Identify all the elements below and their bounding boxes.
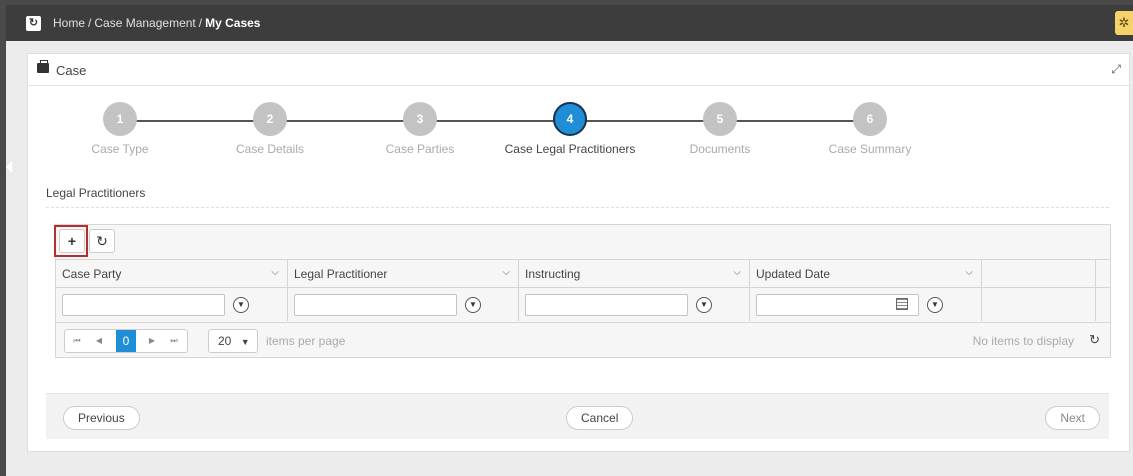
breadcrumb-separator: /	[88, 16, 92, 30]
chevron-down-icon[interactable]: ⌵	[271, 267, 279, 278]
section-title: Legal Practitioners	[46, 186, 146, 200]
panel-title: Case	[56, 63, 87, 78]
page-size-select[interactable]: 20 ▼	[208, 329, 258, 353]
filter-input-case-party[interactable]	[62, 294, 225, 316]
page-size-label: items per page	[266, 334, 346, 348]
step-number: 5	[703, 102, 737, 136]
next-page-icon[interactable]: ▶	[142, 330, 162, 352]
legal-practitioners-grid: + ↻ Case Party ⌵ Legal Practitioner ⌵ In…	[54, 224, 1111, 358]
column-header-empty	[982, 260, 1096, 287]
grid-filter-row: ▼ ▼ ▼ ▼	[56, 288, 1110, 321]
step-number: 4	[553, 102, 587, 136]
breadcrumb-separator: /	[198, 16, 203, 30]
previous-button[interactable]: Previous	[63, 406, 140, 430]
grid-pager: ⏮ ◀ 0 ▶ ⏭ 20 ▼ items per page No items t…	[56, 322, 1110, 357]
step-case-details[interactable]: 2 Case Details	[200, 102, 340, 156]
step-label: Case Type	[91, 142, 149, 156]
gear-icon[interactable]: ✲	[1115, 11, 1133, 35]
breadcrumb-home[interactable]: Home	[53, 16, 85, 30]
column-header-instructing[interactable]: Instructing ⌵	[519, 260, 750, 287]
column-header-label: Legal Practitioner	[294, 267, 388, 281]
top-bar: ↻ Home / Case Management / My Cases ✲	[6, 5, 1133, 41]
filter-cell-empty	[982, 288, 1096, 321]
calendar-icon[interactable]	[896, 298, 908, 310]
step-case-parties[interactable]: 3 Case Parties	[350, 102, 490, 156]
filter-cell-legal-practitioner: ▼	[288, 288, 519, 321]
filter-icon[interactable]: ▼	[465, 297, 481, 313]
grid-toolbar: + ↻	[54, 225, 1110, 259]
filter-cell-case-party: ▼	[56, 288, 288, 321]
bottom-strip	[6, 466, 1133, 476]
step-number: 1	[103, 102, 137, 136]
breadcrumb-case-management[interactable]: Case Management	[94, 16, 195, 30]
next-button[interactable]: Next	[1045, 406, 1100, 430]
briefcase-icon	[37, 60, 49, 73]
column-header-label: Updated Date	[756, 267, 831, 281]
filter-input-instructing[interactable]	[525, 294, 688, 316]
filter-icon[interactable]: ▼	[927, 297, 943, 313]
breadcrumb: Home / Case Management / My Cases	[53, 16, 260, 30]
column-header-updated-date[interactable]: Updated Date ⌵	[750, 260, 982, 287]
grid-header: Case Party ⌵ Legal Practitioner ⌵ Instru…	[56, 259, 1110, 288]
reload-icon[interactable]: ↻	[26, 16, 41, 31]
prev-page-icon[interactable]: ◀	[89, 330, 109, 352]
filter-cell-updated-date: ▼	[750, 288, 982, 321]
step-number: 2	[253, 102, 287, 136]
pager-info: No items to display	[972, 334, 1074, 348]
caret-down-icon: ▼	[240, 337, 250, 347]
refresh-button[interactable]: ↻	[89, 229, 115, 253]
step-number: 3	[403, 102, 437, 136]
step-case-legal-practitioners[interactable]: 4 Case Legal Practitioners	[500, 102, 640, 156]
filter-input-updated-date[interactable]	[756, 294, 919, 316]
step-case-type[interactable]: 1 Case Type	[50, 102, 190, 156]
first-page-icon[interactable]: ⏮	[67, 330, 87, 352]
filter-input-legal-practitioner[interactable]	[294, 294, 457, 316]
last-page-icon[interactable]: ⏭	[164, 330, 184, 352]
step-label: Documents	[689, 142, 751, 156]
column-header-label: Case Party	[62, 267, 122, 281]
case-panel: Case ⤢ 1 Case Type 2 Case Details 3 Case…	[27, 53, 1130, 452]
cancel-button[interactable]: Cancel	[566, 406, 634, 430]
step-label: Case Legal Practitioners	[504, 142, 636, 156]
column-header-label: Instructing	[525, 267, 581, 281]
chevron-down-icon[interactable]: ⌵	[733, 267, 741, 278]
panel-header: Case ⤢	[28, 54, 1129, 86]
breadcrumb-current: My Cases	[205, 16, 261, 30]
divider	[46, 207, 1109, 208]
add-button[interactable]: +	[59, 229, 85, 253]
filter-icon[interactable]: ▼	[233, 297, 249, 313]
step-label: Case Summary	[828, 142, 912, 156]
step-case-summary[interactable]: 6 Case Summary	[800, 102, 940, 156]
wizard-stepper: 1 Case Type 2 Case Details 3 Case Partie…	[28, 87, 1129, 162]
filter-cell-instructing: ▼	[519, 288, 750, 321]
chevron-down-icon[interactable]: ⌵	[502, 267, 510, 278]
step-number: 6	[853, 102, 887, 136]
expand-icon[interactable]: ⤢	[1111, 62, 1121, 77]
chevron-down-icon[interactable]: ⌵	[965, 267, 973, 278]
page-size-value: 20	[218, 334, 232, 348]
refresh-icon[interactable]: ↻	[1089, 332, 1100, 348]
filter-icon[interactable]: ▼	[696, 297, 712, 313]
step-documents[interactable]: 5 Documents	[650, 102, 790, 156]
step-label: Case Details	[235, 142, 305, 156]
pager-controls: ⏮ ◀ 0 ▶ ⏭	[64, 329, 188, 353]
app-window: ↻ Home / Case Management / My Cases ✲ Case ⤢…	[6, 5, 1133, 476]
current-page[interactable]: 0	[116, 330, 136, 352]
column-header-case-party[interactable]: Case Party ⌵	[56, 260, 288, 287]
wizard-footer: Previous Cancel Next	[46, 393, 1109, 439]
column-header-legal-practitioner[interactable]: Legal Practitioner ⌵	[288, 260, 519, 287]
step-label: Case Parties	[385, 142, 455, 156]
sidebar-toggle-icon[interactable]	[6, 157, 12, 177]
